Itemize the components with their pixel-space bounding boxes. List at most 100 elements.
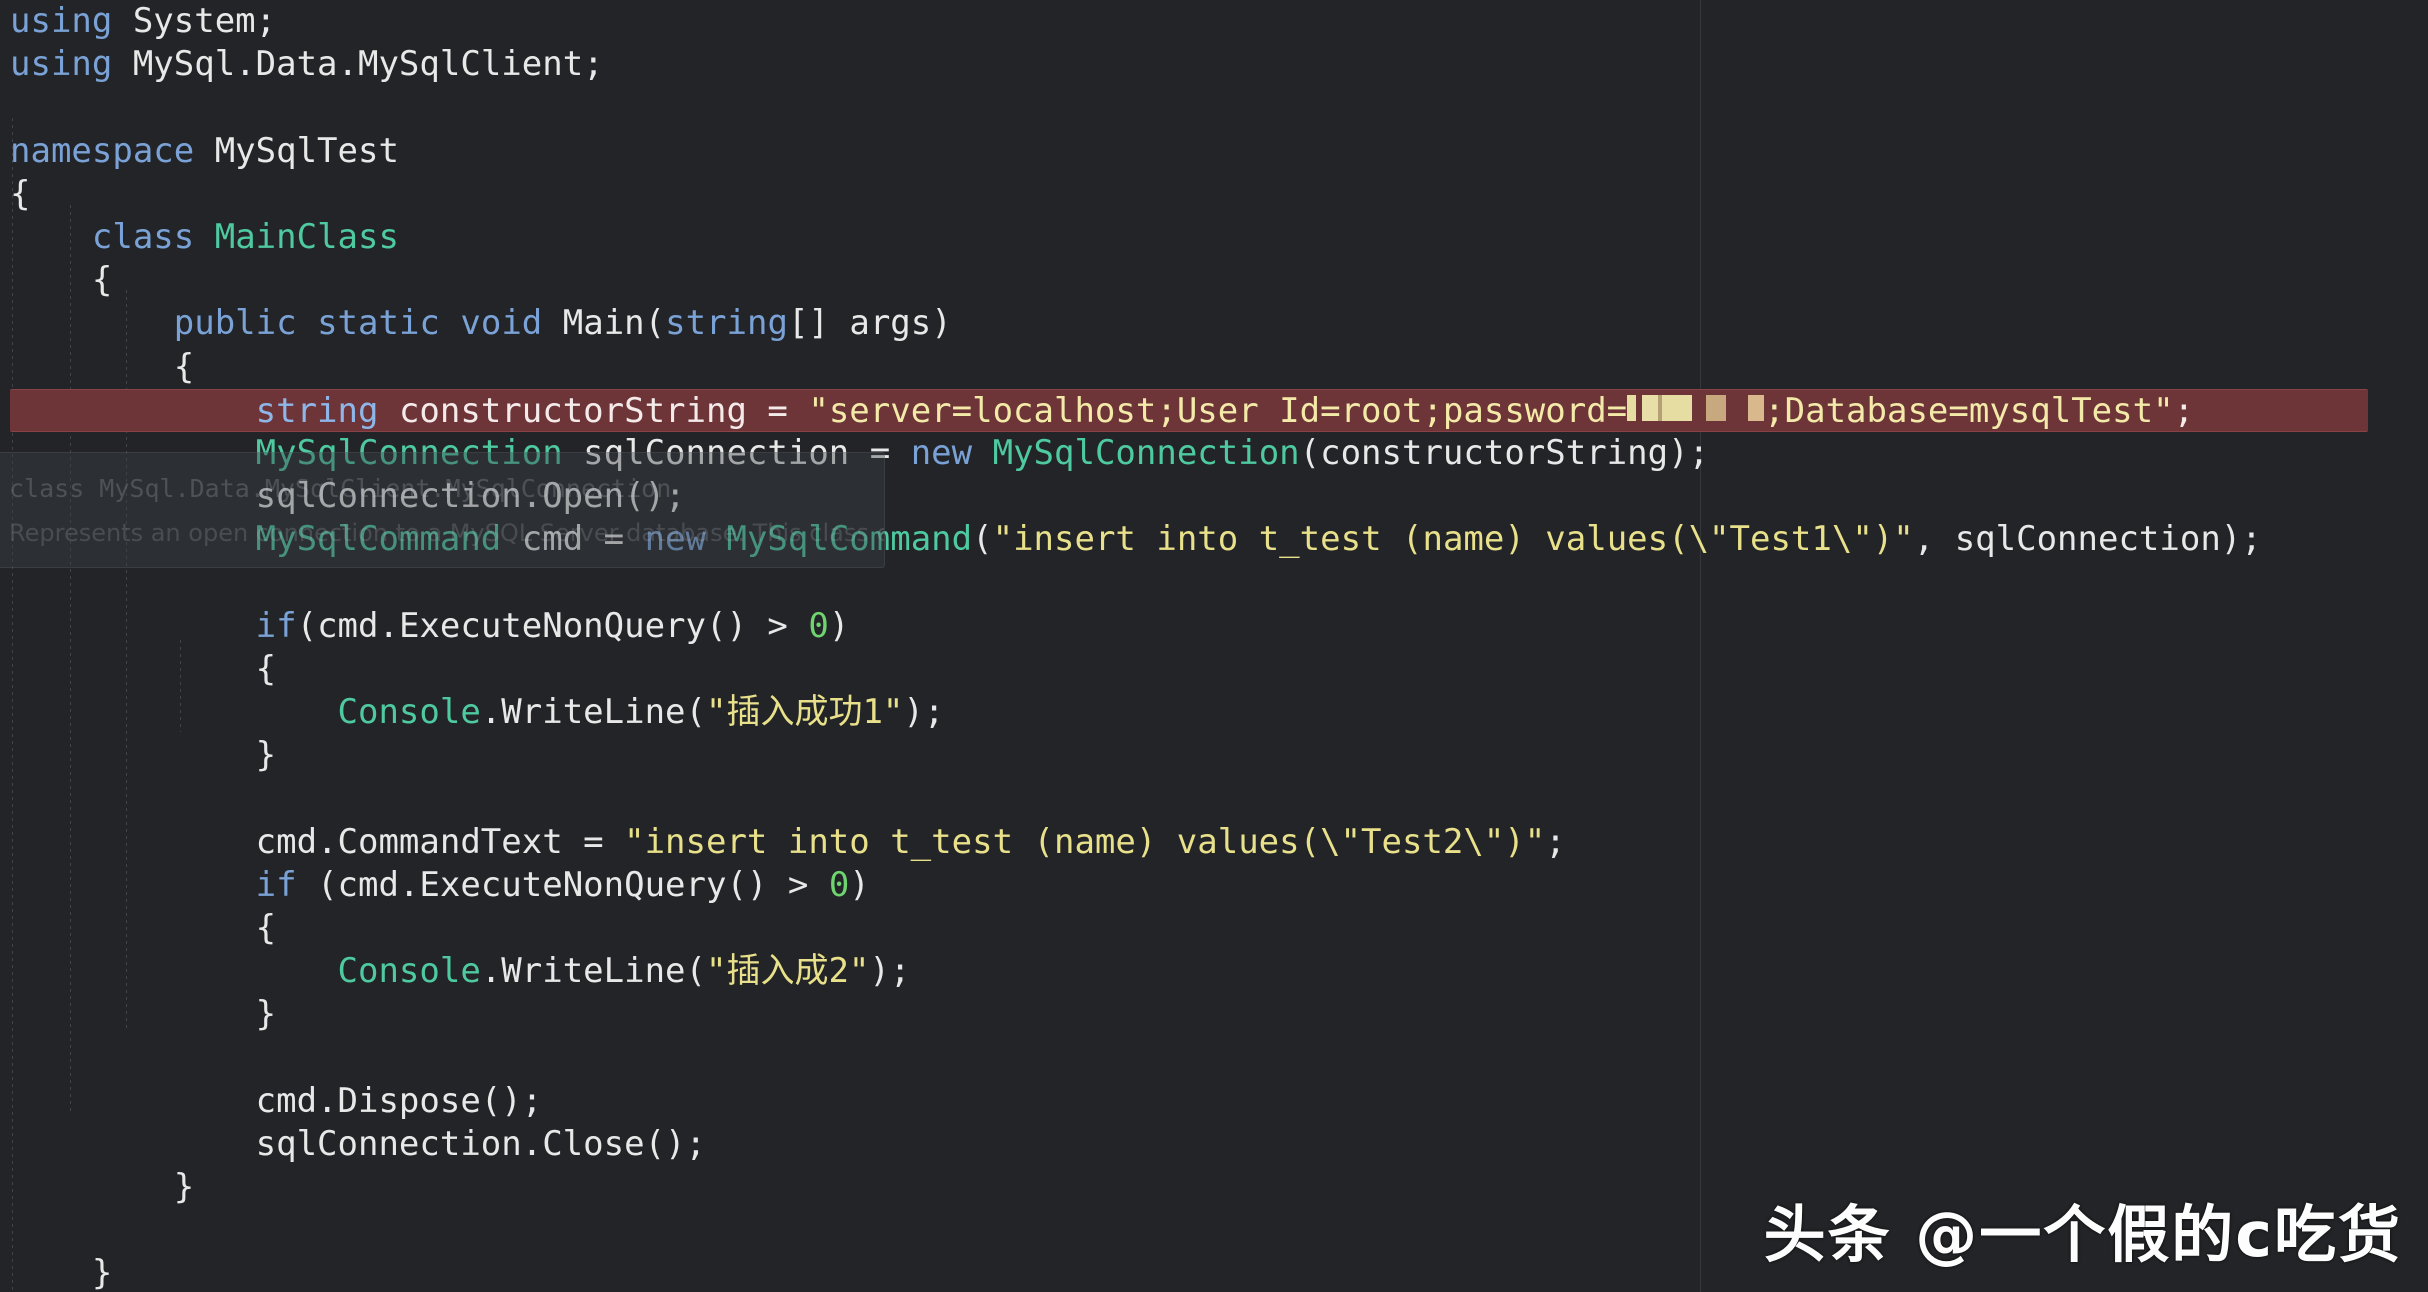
- code-token: void: [460, 303, 543, 344]
- code-token: using: [10, 1, 113, 41]
- code-line[interactable]: ​: [0, 561, 2428, 604]
- mosaic-block: [1627, 394, 1637, 421]
- code-line[interactable]: ​: [0, 1037, 2428, 1080]
- code-token: "insert into t_test (name) values(\"Test…: [624, 821, 1546, 862]
- code-token: Main(: [542, 303, 666, 344]
- connection-string-suffix: ;Database=mysqlTest": [1764, 390, 2174, 431]
- code-token: 0: [808, 605, 829, 646]
- code-token: new: [910, 432, 973, 473]
- variable-name: constructorString: [378, 390, 768, 431]
- code-token: MySqlTest: [194, 130, 399, 171]
- code-token: string: [665, 303, 788, 344]
- code-token: .WriteLine(: [480, 692, 706, 732]
- redacted-password-mosaic: [1627, 394, 1765, 421]
- code-token: cmd.Dispose();: [255, 1080, 543, 1121]
- code-line[interactable]: sqlConnection.Open();: [0, 475, 2428, 518]
- code-line[interactable]: ​: [0, 86, 2428, 129]
- mosaic-block: [1642, 394, 1659, 421]
- code-token: ;: [1545, 821, 1566, 862]
- code-token: MySqlConnection: [255, 432, 563, 473]
- code-line[interactable]: {: [0, 259, 2428, 302]
- code-token: "插入成2": [705, 951, 870, 992]
- code-token: ): [849, 864, 870, 905]
- code-token: using: [10, 44, 113, 85]
- assignment-operator: =: [767, 390, 809, 431]
- code-token: }: [91, 1253, 113, 1292]
- code-line-highlighted[interactable]: string constructorString = "server=local…: [10, 388, 2368, 432]
- code-token: {: [255, 907, 277, 948]
- code-line[interactable]: using MySql.Data.MySqlClient;: [0, 43, 2428, 86]
- code-line[interactable]: {: [0, 648, 2428, 691]
- code-line[interactable]: sqlConnection.Close();: [0, 1123, 2428, 1166]
- code-token: Console: [337, 951, 481, 992]
- code-token: (constructorString);: [1299, 432, 1710, 473]
- code-line[interactable]: {: [0, 346, 2428, 389]
- code-token: , sqlConnection);: [1913, 519, 2262, 560]
- code-token: System;: [112, 1, 277, 41]
- mosaic-block: [1748, 394, 1765, 421]
- code-line[interactable]: if (cmd.ExecuteNonQuery() > 0): [0, 864, 2428, 907]
- code-line[interactable]: using System;: [0, 0, 2428, 43]
- code-line[interactable]: if(cmd.ExecuteNonQuery() > 0): [0, 605, 2428, 648]
- code-token: public: [173, 303, 297, 344]
- code-line[interactable]: cmd.Dispose();: [0, 1080, 2428, 1123]
- code-line[interactable]: MySqlConnection sqlConnection = new MySq…: [0, 432, 2428, 475]
- code-token: {: [10, 173, 31, 214]
- code-token: sqlConnection.Open();: [255, 476, 686, 517]
- code-line[interactable]: }: [0, 993, 2428, 1036]
- code-token: MainClass: [214, 216, 399, 257]
- code-token: (: [972, 519, 993, 560]
- code-token: ): [828, 605, 850, 646]
- code-line[interactable]: Console.WriteLine("插入成功1");: [0, 691, 2428, 734]
- code-line[interactable]: namespace MySqlTest: [0, 130, 2428, 173]
- code-token: MySql.Data.MySqlClient;: [112, 44, 604, 85]
- code-content[interactable]: using System; using MySql.Data.MySqlClien…: [0, 0, 2428, 1292]
- code-token: Console: [337, 692, 481, 732]
- code-line[interactable]: {: [0, 173, 2428, 216]
- code-token: [] args): [787, 303, 952, 344]
- code-token: sqlConnection.Close();: [255, 1123, 706, 1164]
- code-token: namespace: [10, 130, 195, 171]
- code-token: );: [903, 692, 945, 732]
- statement-terminator: ;: [2173, 390, 2195, 431]
- code-token: (cmd.ExecuteNonQuery() >: [296, 605, 809, 646]
- code-line[interactable]: Console.WriteLine("插入成2");: [0, 950, 2428, 993]
- code-token: static: [317, 303, 440, 344]
- code-token: if: [255, 605, 297, 646]
- code-line[interactable]: cmd.CommandText = "insert into t_test (n…: [0, 821, 2428, 864]
- connection-string-prefix: "server=localhost;User Id=root;password=: [808, 390, 1628, 431]
- code-line[interactable]: }: [0, 734, 2428, 777]
- mosaic-block: [1662, 394, 1693, 421]
- mosaic-block: [1706, 394, 1727, 421]
- code-line[interactable]: {: [0, 907, 2428, 950]
- code-editor[interactable]: using System; using MySql.Data.MySqlClien…: [0, 0, 2428, 1292]
- code-token: (cmd.ExecuteNonQuery() >: [296, 864, 829, 905]
- watermark-text: 头条 @一个假的c吃货: [1763, 1198, 2402, 1271]
- code-token: }: [255, 735, 277, 776]
- code-line[interactable]: class MainClass: [0, 216, 2428, 259]
- code-line[interactable]: public static void Main(string[] args): [0, 302, 2428, 345]
- code-line[interactable]: MySqlCommand cmd = new MySqlCommand("ins…: [0, 518, 2428, 561]
- code-token: 0: [828, 864, 850, 905]
- code-token: .WriteLine(: [480, 951, 706, 992]
- type-keyword: string: [255, 390, 379, 431]
- code-line[interactable]: ​: [0, 777, 2428, 820]
